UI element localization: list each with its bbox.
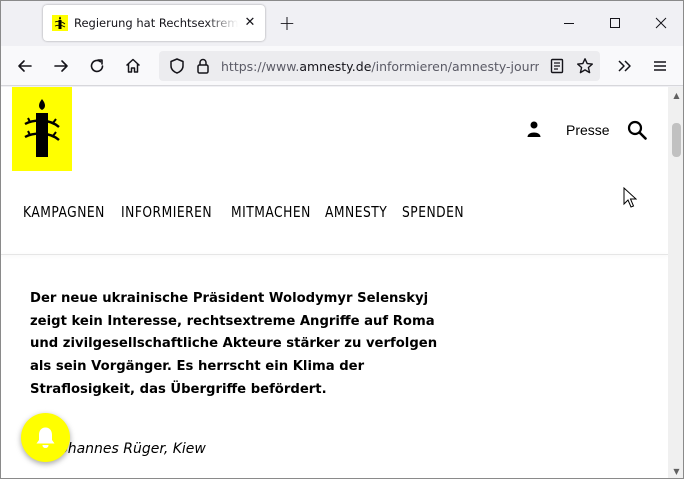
shield-icon[interactable] [167,56,187,76]
web-page: Presse KAMPAGNEN INFORMIEREN MITMACHEN A… [1,87,668,478]
overflow-icon[interactable] [614,56,634,76]
nav-item-informieren[interactable]: INFORMIEREN [121,203,212,225]
search-icon[interactable] [627,120,647,140]
bell-icon [36,427,55,448]
main-navigation: KAMPAGNEN INFORMIEREN MITMACHEN AMNESTY … [23,203,499,225]
scroll-up-icon[interactable]: ▲ [672,91,681,100]
star-icon[interactable] [575,56,595,76]
nav-item-mitmachen[interactable]: MITMACHEN [231,203,311,225]
nav-item-spenden[interactable]: SPENDEN [402,203,464,225]
page-scrollbar[interactable]: ▲ ▼ [668,87,683,478]
user-icon[interactable] [527,121,541,137]
presse-link[interactable]: Presse [566,122,610,138]
minimize-button[interactable] [559,13,579,33]
maximize-button[interactable] [605,13,625,33]
candle-logo-icon [24,99,60,157]
forward-icon[interactable] [51,56,71,76]
url-path: /informieren/amnesty-journal/ [371,59,539,74]
tab-strip: Regierung hat Rechtsextreme nicht im Gri… [1,1,683,46]
url-text[interactable]: https://www.amnesty.de/informieren/amnes… [221,59,539,74]
menu-icon[interactable] [650,56,670,76]
amnesty-logo[interactable] [12,87,72,171]
browser-window: Regierung hat Rechtsextreme nicht im Gri… [0,0,684,479]
reload-icon[interactable] [87,56,107,76]
navigation-toolbar: https://www.amnesty.de/informieren/amnes… [1,46,683,86]
lock-icon[interactable] [193,56,213,76]
header-divider [1,254,668,255]
nav-item-kampagnen[interactable]: KAMPAGNEN [23,203,105,225]
favicon-icon [52,15,68,31]
window-close-button[interactable] [651,13,671,33]
mouse-cursor-icon [623,187,637,208]
article-byline: Johannes Rüger, Kiew [55,441,206,457]
browser-tab[interactable]: Regierung hat Rechtsextreme nicht im Gri… [43,5,265,41]
reader-icon[interactable] [547,56,567,76]
url-host: amnesty.de [299,59,372,74]
url-prefix: https://www. [221,59,300,74]
nav-item-amnesty[interactable]: AMNESTY [325,203,387,225]
tab-title: Regierung hat Rechtsextreme nicht im Gri… [74,16,238,30]
back-icon[interactable] [15,56,35,76]
article-lead: Der neue ukrainische Präsident Wolodymyr… [30,291,438,397]
scrollbar-thumb[interactable] [672,123,681,157]
url-bar[interactable]: https://www.amnesty.de/informieren/amnes… [159,51,600,81]
scroll-down-icon[interactable]: ▼ [672,467,681,476]
notification-bell-button[interactable] [21,413,70,462]
home-icon[interactable] [123,56,143,76]
tab-close-button[interactable]: ✕ [241,14,259,32]
new-tab-button[interactable]: + [277,13,297,33]
